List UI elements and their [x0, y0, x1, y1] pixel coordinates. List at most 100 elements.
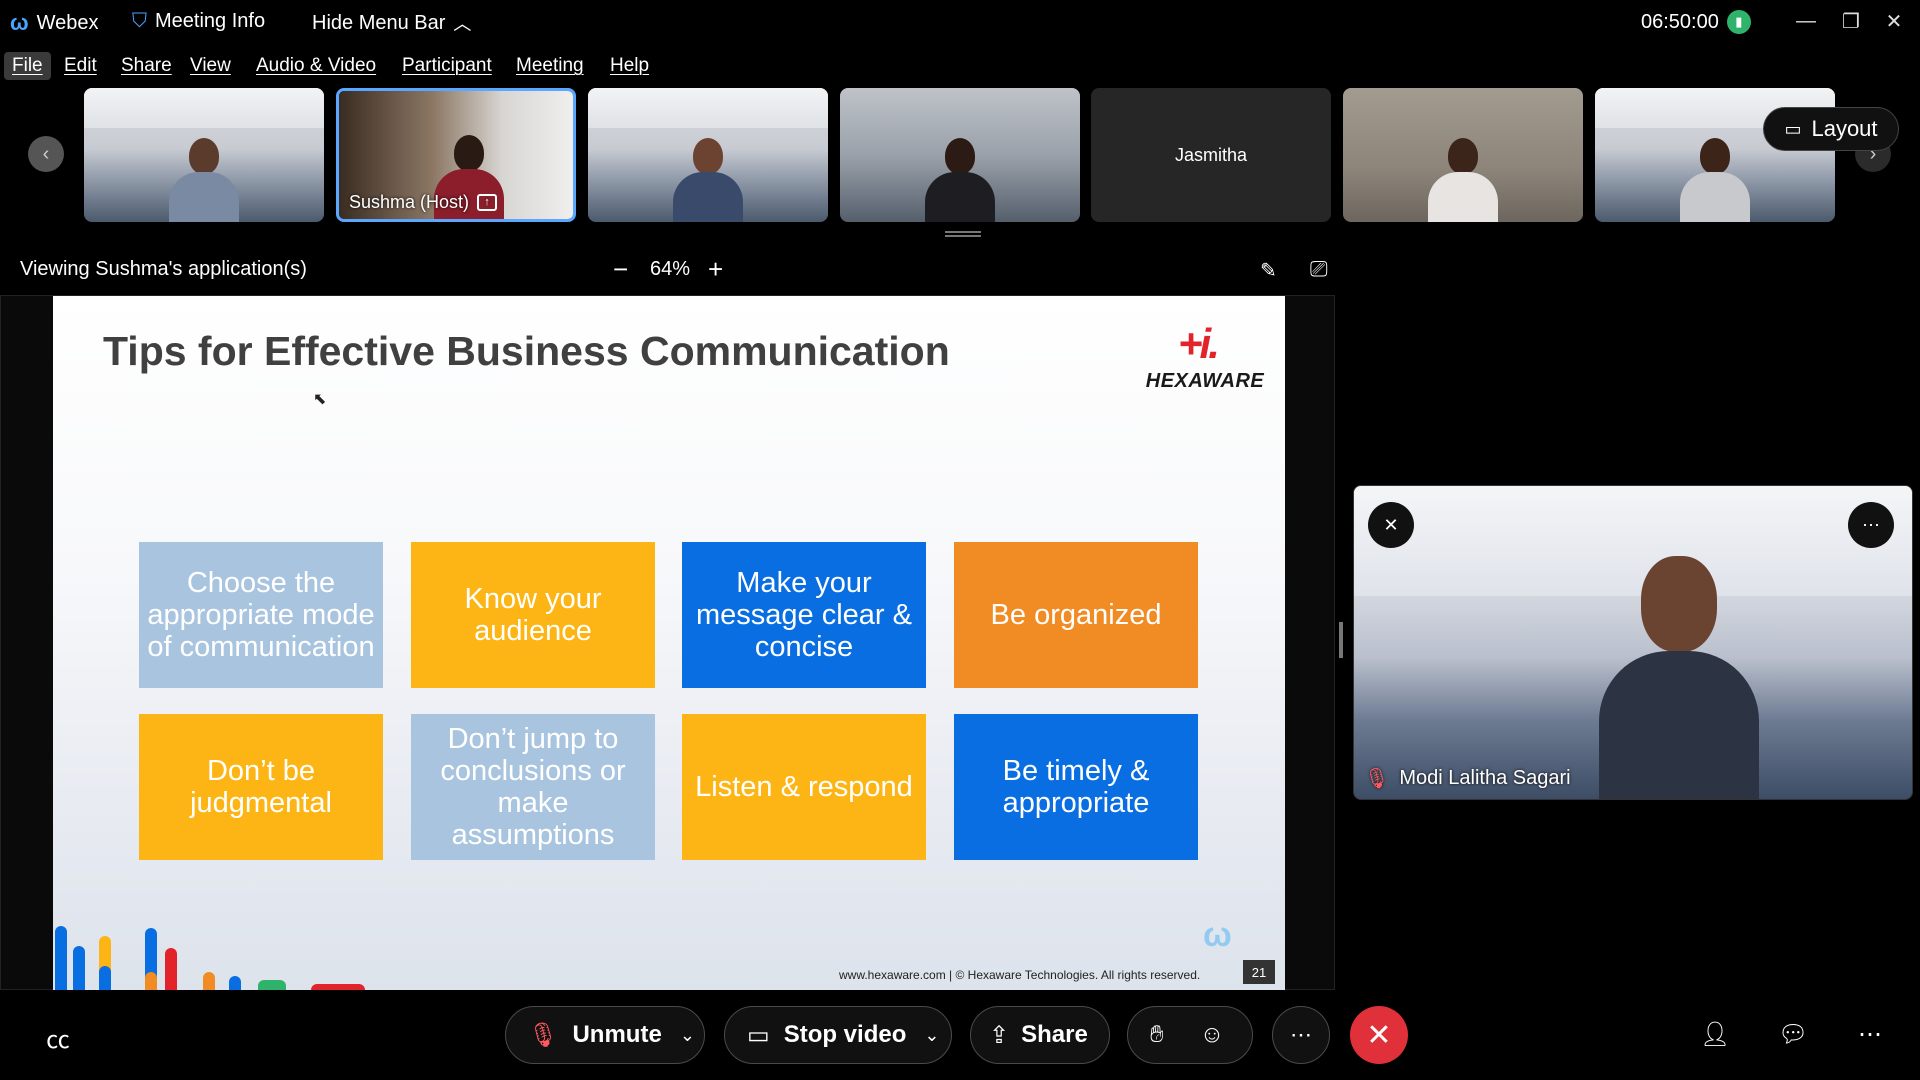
- panel-resize-handle[interactable]: [1339, 622, 1343, 658]
- reactions-group: ✋︎ ☺: [1127, 1006, 1253, 1064]
- participant-video-tile[interactable]: [84, 88, 324, 222]
- layout-label: Layout: [1811, 116, 1878, 141]
- unmute-button[interactable]: 🎙︎ Unmute ⌄: [505, 1006, 705, 1064]
- speaker-person: [1599, 556, 1759, 799]
- raise-hand-icon[interactable]: ✋︎: [1150, 1021, 1164, 1049]
- more-panels-icon[interactable]: ⋯: [1858, 1020, 1882, 1049]
- slide-number: 21: [1243, 960, 1275, 984]
- menu-view[interactable]: View: [182, 52, 239, 80]
- webex-watermark-icon: ω: [1203, 916, 1232, 954]
- share-button[interactable]: ⇪ Share: [970, 1006, 1110, 1064]
- menu-meeting[interactable]: Meeting: [508, 52, 592, 80]
- participant-name: Jasmitha: [1174, 144, 1248, 165]
- hide-menu-bar-button[interactable]: Hide Menu Bar ︿: [312, 10, 471, 36]
- speaker-name-label: 🎙︎ Modi Lalitha Sagari: [1364, 766, 1571, 791]
- muted-mic-icon: 🎙︎: [1364, 768, 1390, 790]
- host-video-tile[interactable]: Sushma (Host) ↑: [336, 88, 576, 222]
- tip-card: Don’t jump to conclusions or make assump…: [411, 714, 655, 860]
- menu-help[interactable]: Help: [602, 52, 657, 80]
- muted-mic-icon: 🎙︎: [528, 1021, 559, 1049]
- speaker-name: Modi Lalitha Sagari: [1399, 767, 1571, 789]
- participant-person: [925, 132, 995, 222]
- menu-share[interactable]: Share: [113, 52, 180, 80]
- presentation-slide: Tips for Effective Business Communicatio…: [53, 296, 1285, 990]
- participant-person: [169, 132, 239, 222]
- participants-icon[interactable]: 👤︎: [1700, 1020, 1730, 1049]
- layout-icon: ▭: [1784, 118, 1802, 139]
- remote-control-icon[interactable]: ⎚: [1310, 256, 1328, 282]
- unpin-icon[interactable]: ✕: [1368, 502, 1414, 548]
- menu-audio-video[interactable]: Audio & Video: [248, 52, 384, 80]
- title-bar: ω Webex ⛉ Meeting Info Hide Menu Bar ︿ 0…: [0, 0, 1920, 44]
- active-speaker-video[interactable]: ✕ ⋯ 🎙︎ Modi Lalitha Sagari: [1353, 485, 1913, 800]
- video-camera-icon: ▭: [747, 1021, 770, 1049]
- meeting-clock: 06:50:00 ▮: [1641, 10, 1751, 34]
- network-health-icon: ▮: [1726, 10, 1751, 34]
- video-options-chevron-icon[interactable]: ⌄: [924, 1025, 939, 1046]
- reactions-icon[interactable]: ☺: [1200, 1021, 1225, 1049]
- more-actions-icon[interactable]: ⋯: [1272, 1006, 1330, 1064]
- tip-card: Be timely & appropriate: [954, 714, 1198, 860]
- menu-file[interactable]: File: [4, 52, 51, 80]
- stop-video-label: Stop video: [783, 1021, 907, 1048]
- hexaware-mark-icon: +i.: [1178, 320, 1220, 367]
- filmstrip-prev-icon[interactable]: ‹: [28, 136, 64, 172]
- stop-video-button[interactable]: ▭ Stop video ⌄: [724, 1006, 952, 1064]
- zoom-in-icon[interactable]: +: [708, 254, 723, 285]
- closed-captions-icon[interactable]: ㏄: [46, 1020, 70, 1055]
- layout-button[interactable]: ▭ Layout: [1763, 107, 1899, 151]
- tip-card: Don’t be judgmental: [139, 714, 383, 860]
- slide-title: Tips for Effective Business Communicatio…: [103, 328, 950, 374]
- tip-text: Be timely & appropriate: [1002, 755, 1150, 819]
- menu-bar: File Edit Share View Audio & Video Parti…: [0, 50, 1920, 82]
- participant-person: [1428, 132, 1498, 222]
- hexaware-logo: +i. HEXAWARE: [1140, 320, 1270, 395]
- restore-icon[interactable]: ❐: [1831, 6, 1871, 36]
- share-label: Share: [1021, 1021, 1088, 1048]
- tip-text: Don’t jump to conclusions or make assump…: [440, 723, 626, 851]
- tip-text: Make your message clear & concise: [696, 567, 912, 663]
- menu-edit[interactable]: Edit: [56, 52, 105, 80]
- meeting-controls: ㏄ 🎙︎ Unmute ⌄ ▭ Stop video ⌄ ⇪ Share ✋︎ …: [0, 990, 1920, 1080]
- minimize-icon[interactable]: —: [1786, 6, 1826, 36]
- zoom-level: 64%: [650, 258, 691, 280]
- participant-no-video-tile[interactable]: Jasmitha: [1091, 88, 1331, 222]
- tip-card: Listen & respond: [682, 714, 926, 860]
- webex-app[interactable]: ω Webex: [10, 10, 98, 36]
- participant-person: [1680, 132, 1750, 222]
- participant-person: [673, 132, 743, 222]
- participant-video-tile[interactable]: [1343, 88, 1583, 222]
- zoom-out-icon[interactable]: −: [613, 254, 628, 285]
- more-options-icon[interactable]: ⋯: [1848, 502, 1894, 548]
- hexaware-wordmark: HEXAWARE: [1145, 370, 1265, 392]
- shared-content-area[interactable]: Tips for Effective Business Communicatio…: [0, 295, 1335, 990]
- close-window-icon[interactable]: ✕: [1874, 6, 1914, 36]
- tip-text: Know your audience: [464, 583, 602, 647]
- audio-options-chevron-icon[interactable]: ⌄: [680, 1025, 695, 1046]
- tip-text: Listen & respond: [695, 771, 913, 803]
- slide-footer: www.hexaware.com | © Hexaware Technologi…: [839, 968, 1201, 982]
- meeting-info-button[interactable]: ⛉ Meeting Info: [132, 10, 265, 33]
- filmstrip-resize-handle[interactable]: [945, 231, 981, 237]
- sharing-icon: ↑: [477, 194, 498, 211]
- tip-card: Be organized: [954, 542, 1198, 688]
- tip-card: Choose the appropriate mode of communica…: [139, 542, 383, 688]
- tip-text: Be organized: [990, 599, 1162, 631]
- tip-text: Choose the appropriate mode of communica…: [147, 567, 375, 663]
- meeting-info-label: Meeting Info: [155, 10, 266, 32]
- chevron-up-icon: ︿: [453, 14, 472, 34]
- app-name: Webex: [36, 11, 99, 34]
- unmute-label: Unmute: [572, 1021, 662, 1048]
- shield-icon: ⛉: [132, 10, 147, 32]
- tip-text: Don’t be judgmental: [190, 755, 332, 819]
- tip-card: Make your message clear & concise: [682, 542, 926, 688]
- clock-text: 06:50:00: [1641, 10, 1719, 33]
- leave-meeting-icon[interactable]: ✕: [1350, 1006, 1408, 1064]
- mouse-cursor-icon: ⬉: [313, 391, 327, 408]
- chat-icon[interactable]: 💬︎: [1778, 1020, 1808, 1049]
- host-name-label: Sushma (Host) ↑: [349, 192, 498, 213]
- menu-participant[interactable]: Participant: [394, 52, 500, 80]
- participant-video-tile[interactable]: [588, 88, 828, 222]
- annotate-icon[interactable]: ✎: [1260, 258, 1277, 283]
- participant-video-tile[interactable]: [840, 88, 1080, 222]
